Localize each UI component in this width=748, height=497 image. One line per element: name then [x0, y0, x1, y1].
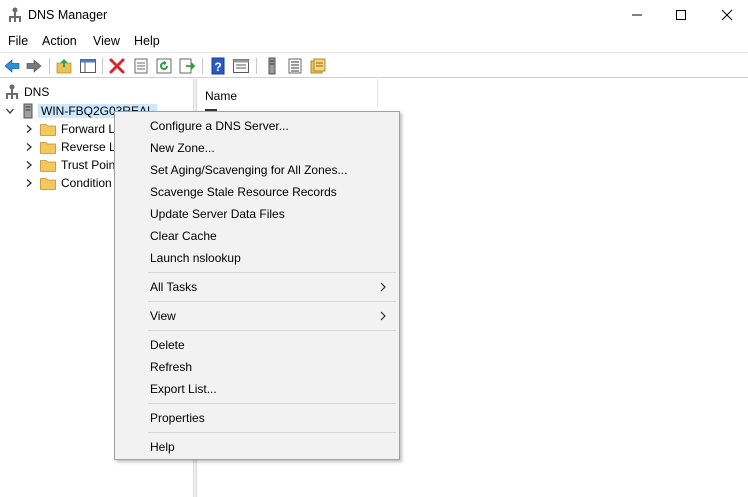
up-folder-icon[interactable]: [55, 57, 73, 75]
maximize-button[interactable]: [658, 0, 704, 30]
toolbar: ?: [0, 52, 748, 78]
chevron-right-icon[interactable]: [24, 142, 34, 152]
folder-icon: [40, 123, 56, 136]
chevron-down-icon[interactable]: [5, 106, 15, 116]
menu-separator: [148, 330, 396, 331]
tree-item-forward-lookup[interactable]: Forward L: [24, 120, 115, 138]
delete-icon[interactable]: [108, 57, 126, 75]
menu-separator: [148, 272, 396, 273]
menu-item-export-list[interactable]: Export List...: [117, 378, 397, 400]
console-tree-icon[interactable]: [232, 57, 250, 75]
menu-bar: File Action View Help: [0, 30, 748, 52]
maximize-icon: [676, 10, 686, 20]
menu-separator: [148, 403, 396, 404]
menu-item-scavenge-stale-records[interactable]: Scavenge Stale Resource Records: [117, 181, 397, 203]
chevron-right-icon[interactable]: [24, 160, 34, 170]
back-arrow-icon[interactable]: [3, 57, 21, 75]
title-bar: DNS Manager: [0, 0, 748, 30]
menu-action[interactable]: Action: [42, 34, 77, 48]
server-icon[interactable]: [263, 57, 281, 75]
export-icon[interactable]: [178, 57, 196, 75]
menu-item-configure-dns-server[interactable]: Configure a DNS Server...: [117, 115, 397, 137]
tree-label-dns: DNS: [24, 85, 50, 99]
help-icon[interactable]: ?: [209, 57, 227, 75]
show-hide-tree-icon[interactable]: [79, 57, 97, 75]
menu-item-delete[interactable]: Delete: [117, 334, 397, 356]
dns-icon: [6, 84, 18, 99]
minimize-button[interactable]: [614, 0, 660, 30]
menu-item-all-tasks[interactable]: All Tasks: [117, 276, 397, 298]
submenu-arrow-icon: [380, 282, 386, 292]
svg-text:?: ?: [214, 60, 221, 74]
menu-item-help[interactable]: Help: [117, 436, 397, 458]
column-header-name[interactable]: Name: [197, 79, 378, 107]
menu-separator: [148, 432, 396, 433]
tree-item-trust-points[interactable]: Trust Poin: [24, 156, 115, 174]
submenu-arrow-icon: [380, 311, 386, 321]
tree-label-forward-lookup: Forward L: [61, 122, 116, 136]
tree-item-dns-root[interactable]: DNS: [5, 83, 49, 101]
menu-file[interactable]: File: [8, 34, 28, 48]
menu-item-update-server-data-files[interactable]: Update Server Data Files: [117, 203, 397, 225]
minimize-icon: [632, 14, 642, 16]
menu-item-properties[interactable]: Properties: [117, 407, 397, 429]
refresh-icon[interactable]: [155, 57, 173, 75]
tree-label-trust-points: Trust Poin: [61, 158, 116, 172]
chevron-right-icon[interactable]: [24, 124, 34, 134]
dns-manager-app-icon: [9, 7, 21, 22]
context-menu: Configure a DNS Server... New Zone... Se…: [114, 111, 400, 460]
chevron-right-icon[interactable]: [24, 178, 34, 188]
menu-item-new-zone[interactable]: New Zone...: [117, 137, 397, 159]
tree-item-conditional-forwarders[interactable]: Condition: [24, 174, 112, 192]
menu-view[interactable]: View: [93, 34, 120, 48]
menu-item-clear-cache[interactable]: Clear Cache: [117, 225, 397, 247]
properties-icon[interactable]: [132, 57, 150, 75]
close-icon: [721, 9, 733, 21]
folder-icon: [40, 141, 56, 154]
window-title: DNS Manager: [28, 8, 108, 22]
folder-icon: [40, 159, 56, 172]
server-icon: [23, 103, 33, 119]
menu-item-launch-nslookup[interactable]: Launch nslookup: [117, 247, 397, 269]
folder-icon: [40, 177, 56, 190]
tree-item-reverse-lookup[interactable]: Reverse Lo: [24, 138, 122, 156]
zone-icon[interactable]: [309, 57, 327, 75]
menu-item-refresh[interactable]: Refresh: [117, 356, 397, 378]
forward-arrow-icon[interactable]: [25, 57, 43, 75]
menu-help[interactable]: Help: [134, 34, 160, 48]
menu-item-set-aging-scavenging[interactable]: Set Aging/Scavenging for All Zones...: [117, 159, 397, 181]
menu-separator: [148, 301, 396, 302]
tree-label-conditional-forwarders: Condition: [61, 176, 112, 190]
list-icon[interactable]: [286, 57, 304, 75]
close-button[interactable]: [704, 0, 748, 30]
menu-item-view[interactable]: View: [117, 305, 397, 327]
